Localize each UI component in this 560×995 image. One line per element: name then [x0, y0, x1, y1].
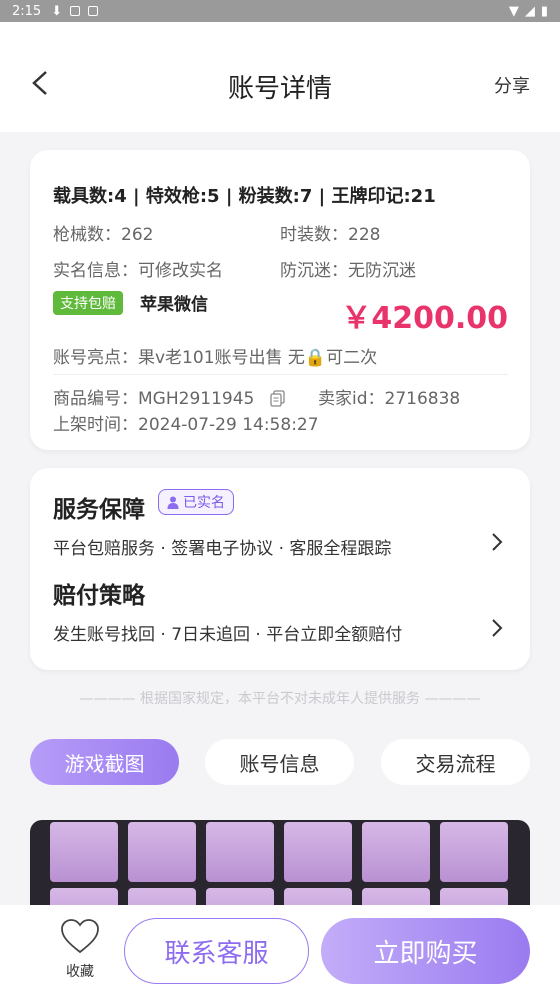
service-card: 服务保障 已实名 平台包赔服务 · 签署电子协议 · 客服全程跟踪 赔付策略 发… — [30, 468, 530, 670]
notification-icons: ⬇ — [51, 3, 99, 19]
gun-count-label: 枪械数： — [53, 225, 121, 245]
status-time: 2:15 — [12, 3, 42, 19]
battery-icon: ▮ — [540, 3, 548, 19]
favorite-button[interactable]: 收藏 — [55, 917, 105, 981]
highlight-value: 果v老101账号出售 无🔒可二次 — [138, 348, 378, 368]
share-button[interactable]: 分享 — [494, 72, 530, 98]
realname-info: 实名信息：可修改实名 — [53, 256, 223, 281]
app-icon-2 — [88, 6, 99, 16]
favorite-label: 收藏 — [66, 964, 94, 980]
outfit-count-value: 228 — [348, 225, 381, 245]
verified-badge-label: 已实名 — [183, 495, 225, 511]
listed-time-value: 2024-07-29 14:58:27 — [138, 415, 319, 435]
weapon-item — [362, 822, 430, 882]
seller-id-value: 2716838 — [384, 389, 461, 409]
top-nav: 账号详情 分享 — [0, 22, 560, 132]
vehicle-item — [284, 822, 352, 882]
seller-id: 卖家id：2716838 — [318, 384, 460, 409]
policy-desc[interactable]: 发生账号找回 · 7日未追回 · 平台立即全额赔付 — [53, 620, 402, 645]
app-icon — [70, 6, 81, 16]
product-number-value: MGH2911945 — [138, 389, 255, 409]
anti-addiction-label: 防沉迷： — [280, 261, 348, 281]
realname-label: 实名信息： — [53, 261, 138, 281]
tab-screenshots[interactable]: 游戏截图 — [30, 739, 179, 785]
listed-time: 上架时间：2024-07-29 14:58:27 — [53, 410, 319, 435]
wifi-icon: ▼ — [508, 3, 519, 19]
account-highlight: 账号亮点：果v老101账号出售 无🔒可二次 — [53, 343, 508, 375]
service-desc[interactable]: 平台包赔服务 · 签署电子协议 · 客服全程跟踪 — [53, 534, 391, 559]
platforms: 苹果微信 — [140, 295, 208, 315]
bottom-action-bar: 收藏 联系客服 立即购买 — [0, 905, 560, 995]
price: ￥4200.00 — [341, 301, 508, 336]
tab-account-info[interactable]: 账号信息 — [205, 739, 354, 785]
minor-notice: ———— 根据国家规定，本平台不对未成年人提供服务 ———— — [79, 691, 481, 707]
account-card: 载具数:4 | 特效枪:5 | 粉装数:7 | 王牌印记:21 枪械数：262 … — [30, 150, 530, 450]
service-title: 服务保障 — [53, 497, 145, 523]
verified-badge: 已实名 — [158, 489, 234, 515]
weapon-item — [440, 822, 508, 882]
policy-title: 赔付策略 — [53, 583, 145, 609]
vehicle-item — [206, 822, 274, 882]
copy-icon[interactable] — [270, 390, 286, 408]
seller-id-label: 卖家id： — [318, 389, 385, 409]
buy-now-button[interactable]: 立即购买 — [321, 918, 530, 984]
user-icon — [167, 496, 179, 509]
listed-time-label: 上架时间： — [53, 415, 138, 435]
gun-count-value: 262 — [121, 225, 154, 245]
guarantee-tag: 支持包赔 — [53, 291, 123, 315]
anti-addiction-value: 无防沉迷 — [348, 261, 416, 281]
tab-trade-process[interactable]: 交易流程 — [381, 739, 530, 785]
product-number-label: 商品编号： — [53, 389, 138, 409]
heart-icon — [61, 919, 99, 954]
vehicle-item — [50, 822, 118, 882]
anti-addiction: 防沉迷：无防沉迷 — [280, 256, 416, 281]
detail-tabs: 游戏截图 账号信息 交易流程 — [30, 739, 530, 785]
account-summary: 载具数:4 | 特效枪:5 | 粉装数:7 | 王牌印记:21 — [53, 186, 436, 207]
gun-count: 枪械数：262 — [53, 220, 153, 245]
highlight-label: 账号亮点： — [53, 348, 138, 368]
outfit-count-label: 时装数： — [280, 225, 348, 245]
vehicle-item — [128, 822, 196, 882]
outfit-count: 时装数：228 — [280, 220, 380, 245]
realname-value: 可修改实名 — [138, 261, 223, 281]
contact-service-button[interactable]: 联系客服 — [124, 918, 309, 984]
page-title: 账号详情 — [227, 74, 332, 104]
chevron-right-icon[interactable] — [490, 617, 504, 639]
product-number: 商品编号：MGH2911945 — [53, 384, 286, 409]
chevron-right-icon[interactable] — [490, 531, 504, 553]
signal-icon: ◢ — [524, 3, 535, 19]
system-icons: ▼ ◢ ▮ — [509, 4, 548, 19]
download-icon: ⬇ — [51, 3, 63, 19]
status-bar: 2:15 ⬇ ▼ ◢ ▮ — [0, 0, 560, 22]
